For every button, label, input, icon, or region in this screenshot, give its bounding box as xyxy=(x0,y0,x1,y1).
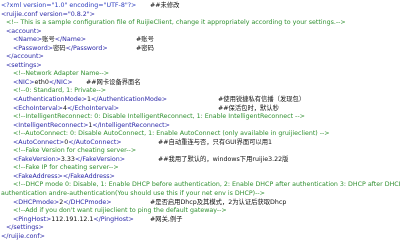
code-line: <!-- This is a sample configuration file… xyxy=(0,19,400,28)
xml-open-tag: <IntelligentReconnect> xyxy=(13,121,89,129)
xml-comment: <!--Network Adapter Name--> xyxy=(13,70,110,78)
code-line: <FakeVersion>3.33</FakeVersion> ##我用了默认的，… xyxy=(0,156,400,165)
xml-tag: </settings> xyxy=(6,224,44,232)
xml-config-viewer: <?xml version="1.0" encoding="UTF-8"?> ##… xyxy=(0,0,400,248)
xml-comment: <!--IntelligentReconnect: 0: Disable Int… xyxy=(13,113,305,121)
xml-open-tag: <NIC> xyxy=(13,78,35,86)
code-line: <EchoInterval>4</EchoInterval> ##保活包时，默认秒 xyxy=(0,105,400,114)
xml-value: 3.33 xyxy=(60,155,75,163)
code-line: <ruijie.conf version="0.8.2"> xyxy=(0,11,400,20)
xml-comment: authentication andre-authentication(You … xyxy=(1,190,265,198)
xml-value: 账号 xyxy=(42,36,55,44)
xml-close-tag: </FakeVersion> xyxy=(74,155,125,163)
xml-open-tag: <AutoConnect> xyxy=(13,138,65,146)
xml-open-tag: <PingHost> xyxy=(13,215,52,223)
annotation: ##网卡设备界面名 xyxy=(86,78,141,86)
code-line: <IntelligentReconnect>1</IntelligentReco… xyxy=(0,122,400,131)
xml-comment: <!-- This is a sample configuration file… xyxy=(6,19,346,27)
annotation: #使用锐捷私有信播（发现包） xyxy=(218,96,306,104)
xml-close-tag: </DHCPmode> xyxy=(63,198,112,206)
xml-open-tag: <EchoInterval> xyxy=(13,104,63,112)
code-line: <!--Network Adapter Name--> xyxy=(0,70,400,79)
xml-value: eth0 xyxy=(34,78,49,86)
xml-comment: <!--Add if you don't want ruijieclient t… xyxy=(13,207,227,215)
code-line: </account> xyxy=(0,53,400,62)
code-line: <Name>账号</Name> #账号 xyxy=(0,36,400,45)
code-line: <Password>密码</Password> #密码 xyxy=(0,45,400,54)
annotation: ##保活包时，默认秒 xyxy=(218,104,279,112)
xml-close-tag: </AutoConnect> xyxy=(68,138,122,146)
xml-tag: <FakeAddress></FakeAddress> xyxy=(13,172,115,180)
code-line: <!--Fake Version for cheating server--> xyxy=(0,147,400,156)
code-line: <NIC>eth0</NIC> ##网卡设备界面名 xyxy=(0,79,400,88)
xml-close-tag: </Password> xyxy=(65,44,108,52)
xml-tag: </account> xyxy=(6,53,44,61)
code-line: <?xml version="1.0" encoding="UTF-8"?> ##… xyxy=(0,2,400,11)
code-line: <!--DHCP mode 0: Disable, 1: Enable DHCP… xyxy=(0,181,400,190)
code-line: <PingHost>112.191.12.1</PingHost> #网关,例子 xyxy=(0,216,400,225)
code-line: </settings> xyxy=(0,224,400,233)
xml-close-tag: </Name> xyxy=(54,36,86,44)
xml-open-tag: <FakeVersion> xyxy=(13,155,61,163)
xml-tag: <ruijie.conf version="0.8.2"> xyxy=(1,10,95,18)
code-line: <FakeAddress></FakeAddress> xyxy=(0,173,400,182)
annotation: ##未修改 xyxy=(150,2,180,9)
xml-comment: <!--Fake IP for cheating server--> xyxy=(13,164,119,172)
annotation: ##自动重连与否，只有GUI界面可以用1 xyxy=(158,138,273,146)
annotation: #网关,例子 xyxy=(150,215,183,223)
code-line: <!--AutoConnect: 0: Disable AutoConnect,… xyxy=(0,130,400,139)
xml-tag: <settings> xyxy=(6,61,42,69)
code-line: <!--Fake IP for cheating server--> xyxy=(0,164,400,173)
xml-close-tag: </EchoInterval> xyxy=(66,104,120,112)
xml-value: 密码 xyxy=(52,44,66,52)
xml-declaration: <?xml version="1.0" encoding="UTF-8"?> xyxy=(1,2,137,9)
xml-comment: <!--DHCP mode 0: Disable, 1: Enable DHCP… xyxy=(13,181,400,189)
code-line: <AuthenticationMode>1</AuthenticationMod… xyxy=(0,96,400,105)
xml-close-tag: </IntelligentReconnect> xyxy=(92,121,170,129)
code-line: <account> xyxy=(0,28,400,37)
code-line: <settings> xyxy=(0,62,400,71)
xml-comment: <!--Fake Version for cheating server--> xyxy=(13,147,137,155)
xml-close-tag: </PingHost> xyxy=(93,215,134,223)
xml-value: 112.191.12.1 xyxy=(51,215,94,223)
code-line: <!--Add if you don't want ruijieclient t… xyxy=(0,207,400,216)
code-line: <!--IntelligentReconnect: 0: Disable Int… xyxy=(0,113,400,122)
code-line: authentication andre-authentication(You … xyxy=(0,190,400,199)
annotation: #是否启用Dhcp及其模式，2为认证后获取Dhcp xyxy=(150,198,287,206)
xml-comment: <!--AutoConnect: 0: Disable AutoConnect,… xyxy=(13,130,330,138)
code-line: </ruijie.conf> xyxy=(0,233,400,242)
annotation: ##我用了默认的，windows下用ruijie3.22版 xyxy=(158,155,289,163)
xml-tag: </ruijie.conf> xyxy=(1,232,45,240)
xml-open-tag: <AuthenticationMode> xyxy=(13,96,87,104)
code-line: <DHCPmode>2</DHCPmode> #是否启用Dhcp及其模式，2为认证… xyxy=(0,199,400,208)
xml-open-tag: <Password> xyxy=(13,44,53,52)
annotation: #账号 xyxy=(136,36,154,44)
xml-open-tag: <DHCPmode> xyxy=(13,198,60,206)
annotation: #密码 xyxy=(136,44,154,52)
xml-tag: <account> xyxy=(6,27,42,35)
code-line: <AutoConnect>0</AutoConnect> ##自动重连与否，只有G… xyxy=(0,139,400,148)
xml-close-tag: </NIC> xyxy=(48,78,73,86)
xml-comment: <!--0: Standard, 1: Private--> xyxy=(13,87,107,95)
xml-close-tag: </AuthenticationMode> xyxy=(90,96,168,104)
code-line: <!--0: Standard, 1: Private--> xyxy=(0,87,400,96)
xml-open-tag: <Name> xyxy=(13,36,43,44)
